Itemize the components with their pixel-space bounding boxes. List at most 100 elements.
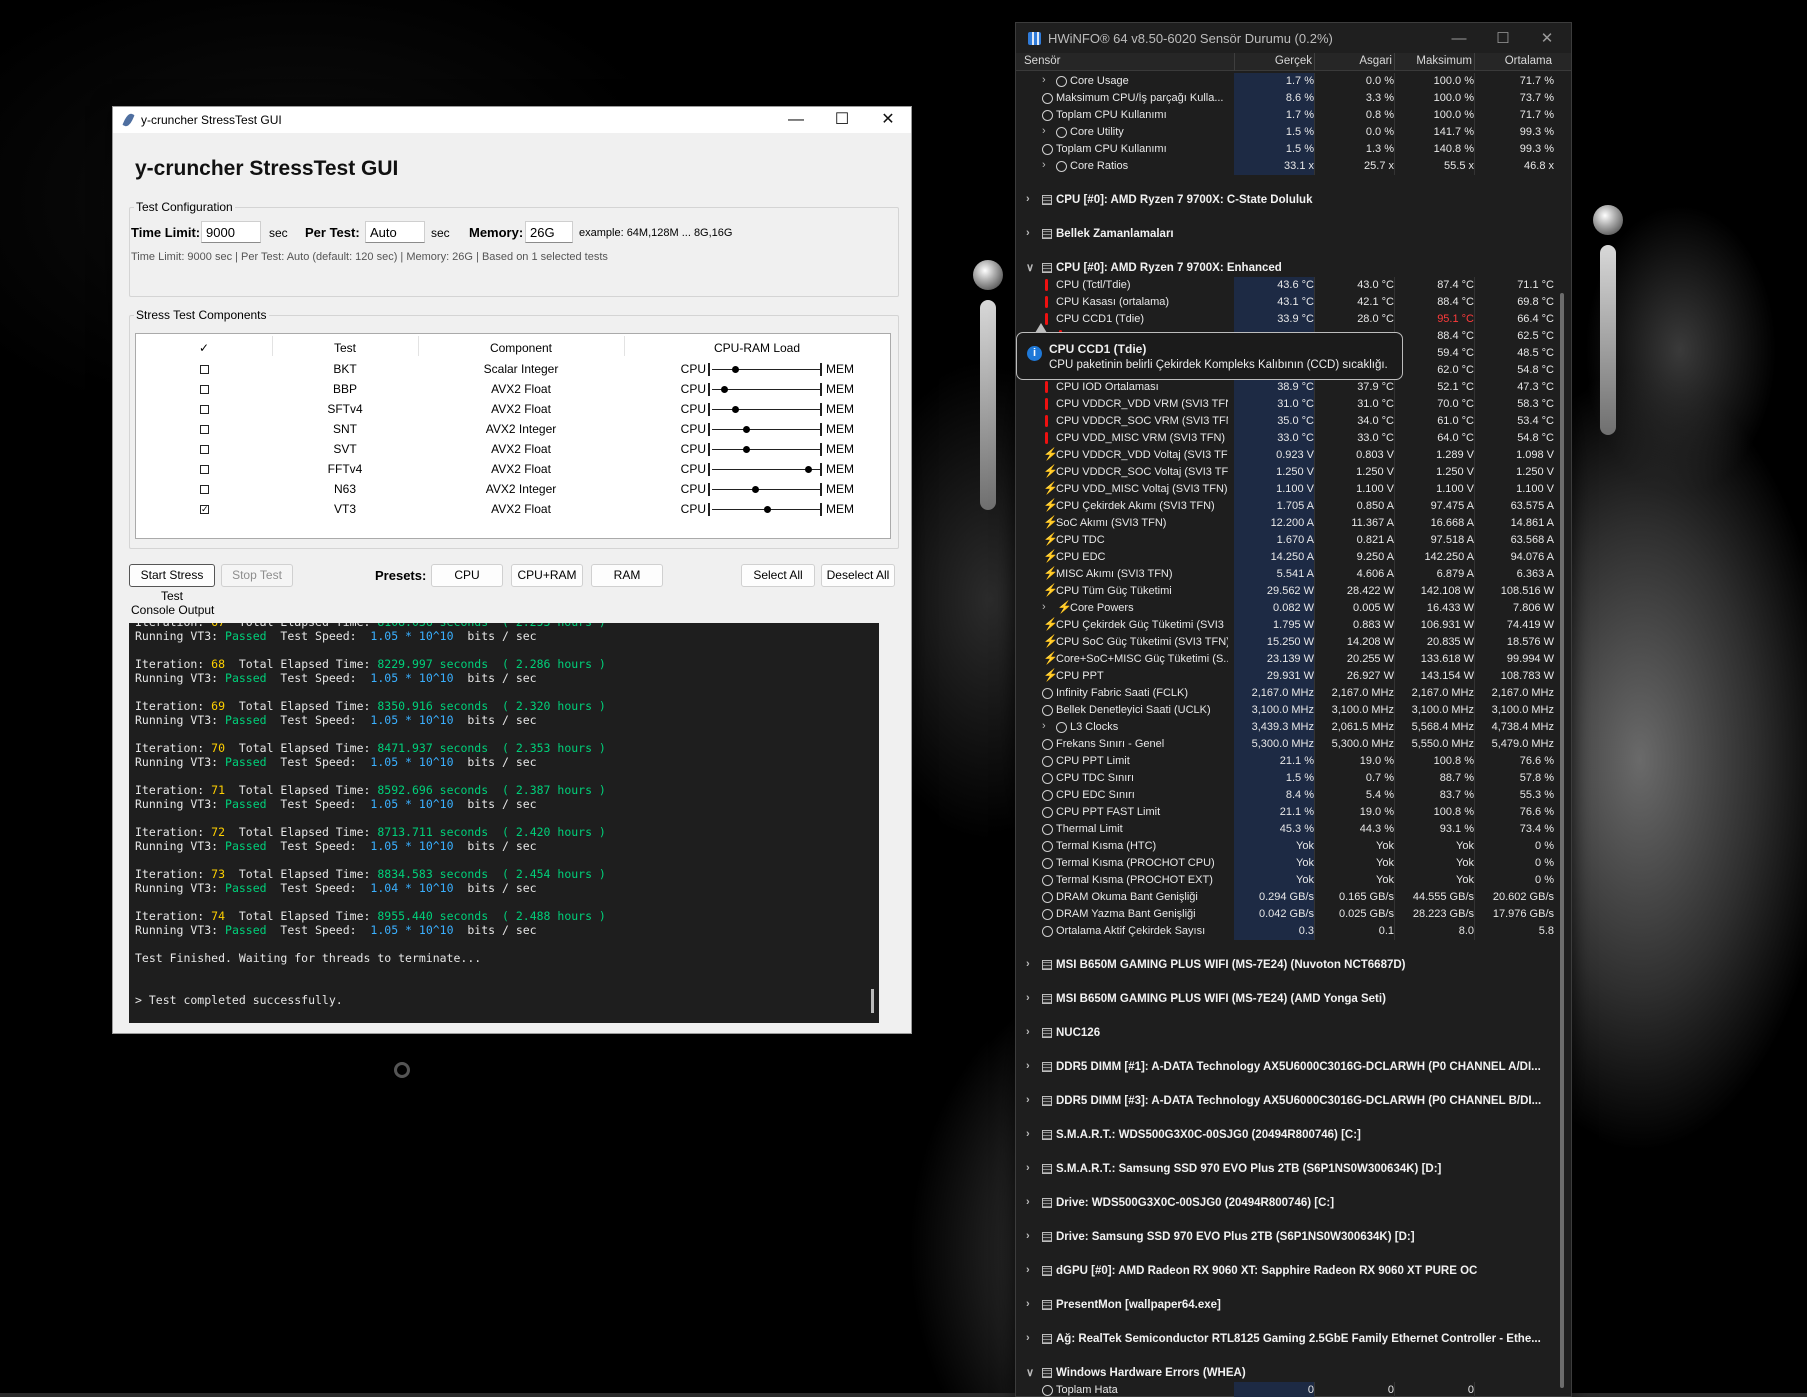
sensor-row[interactable]: › Core Ratios 33.1 x 25.7 x 55.5 x 46.8 x — [1016, 158, 1571, 175]
component-checkbox[interactable] — [200, 425, 209, 434]
sensor-row[interactable]: CPU PPT FAST Limit 21.1 % 19.0 % 100.8 % 76.… — [1016, 804, 1571, 821]
minimize-button[interactable]: — — [1439, 25, 1479, 53]
sensor-row[interactable]: CPU VDDCR_SOC VRM (SVI3 TFN) 35.0 °C 34.0 … — [1016, 413, 1571, 430]
sensor-list[interactable]: › Core Usage 1.7 % 0.0 % 100.0 % 71.7 % Maksim… — [1016, 71, 1571, 1397]
chevron-right-icon[interactable]: › — [1042, 74, 1046, 86]
column-header-check[interactable]: ✓ — [136, 339, 272, 359]
column-header-load[interactable]: CPU-RAM Load — [624, 339, 890, 359]
component-row[interactable]: ✓ VT3 AVX2 Float CPU MEM — [136, 500, 890, 520]
column-header-test[interactable]: Test — [272, 339, 418, 359]
sensor-row[interactable]: ⚡ CPU VDDCR_SOC Voltaj (SVI3 TFN) 1.250 V1… — [1016, 464, 1571, 481]
time-limit-input[interactable] — [201, 221, 261, 243]
hwinfo-titlebar[interactable]: HWiNFO® 64 v8.50-6020 Sensör Durumu (0.2… — [1016, 23, 1571, 53]
component-row[interactable]: N63 AVX2 Integer CPU MEM — [136, 480, 890, 500]
chevron-right-icon[interactable]: › — [1042, 720, 1046, 732]
sensor-row[interactable]: CPU VDDCR_VDD VRM (SVI3 TFN) 31.0 °C 31.0 … — [1016, 396, 1571, 413]
load-slider-track[interactable] — [712, 369, 820, 370]
sensor-row[interactable]: ⚡ CPU Çekirdek Akımı (SVI3 TFN) 1.705 A 0.8… — [1016, 498, 1571, 515]
chevron-right-icon[interactable]: › — [1026, 1026, 1030, 1038]
load-slider-track[interactable] — [712, 429, 820, 430]
sensor-row[interactable]: ⚡ CPU EDC 14.250 A 9.250 A 142.250 A 94.076 A — [1016, 549, 1571, 566]
chevron-right-icon[interactable]: › — [1042, 601, 1046, 613]
sensor-group-header[interactable]: › PresentMon [wallpaper64.exe] — [1016, 1297, 1571, 1314]
column-header-current[interactable]: Gerçek — [1236, 55, 1312, 67]
component-row[interactable]: SFTv4 AVX2 Float CPU MEM — [136, 400, 890, 420]
sensor-group-header[interactable]: › Ağ: RealTek Semiconductor RTL8125 Gamin… — [1016, 1331, 1571, 1348]
column-header-average[interactable]: Ortalama — [1476, 55, 1552, 67]
component-row[interactable]: FFTv4 AVX2 Float CPU MEM — [136, 460, 890, 480]
load-slider-knob[interactable] — [764, 506, 771, 513]
sensor-row[interactable]: ⚡ CPU VDDCR_VDD Voltaj (SVI3 TFN) 0.923 V0… — [1016, 447, 1571, 464]
sensor-row[interactable]: ⚡ SoC Akımı (SVI3 TFN) 12.200 A 11.367 A 16.… — [1016, 515, 1571, 532]
column-header-sensor[interactable]: Sensör — [1024, 55, 1060, 67]
preset-ram-button[interactable]: RAM — [591, 564, 663, 587]
chevron-right-icon[interactable]: › — [1042, 125, 1046, 137]
sensor-row[interactable]: ⚡ CPU VDD_MISC Voltaj (SVI3 TFN) 1.100 V 1.… — [1016, 481, 1571, 498]
chevron-right-icon[interactable]: › — [1042, 159, 1046, 171]
chevron-right-icon[interactable]: › — [1026, 1094, 1030, 1106]
chevron-right-icon[interactable]: › — [1026, 1230, 1030, 1242]
chevron-right-icon[interactable]: › — [1026, 227, 1030, 239]
sensor-row[interactable]: CPU TDC Sınırı 1.5 % 0.7 % 88.7 % 57.8 % — [1016, 770, 1571, 787]
sensor-row[interactable]: Toplam Hata 0 0 0 — [1016, 1382, 1571, 1397]
sensor-row[interactable]: Bellek Denetleyici Saati (UCLK) 3,100.0 M… — [1016, 702, 1571, 719]
memory-input[interactable] — [525, 221, 573, 243]
minimize-button[interactable]: — — [773, 107, 819, 133]
load-slider-knob[interactable] — [732, 406, 739, 413]
sensor-row[interactable]: Termal Kısma (HTC) Yok Yok Yok 0 % — [1016, 838, 1571, 855]
sensor-group-header[interactable]: › MSI B650M GAMING PLUS WIFI (MS-7E24) (A… — [1016, 991, 1571, 1008]
component-checkbox[interactable] — [200, 385, 209, 394]
component-row[interactable]: SVT AVX2 Float CPU MEM — [136, 440, 890, 460]
sensor-scrollbar[interactable] — [1560, 293, 1564, 1388]
preset-cpu-button[interactable]: CPU — [431, 564, 503, 587]
component-row[interactable]: BKT Scalar Integer CPU MEM — [136, 360, 890, 380]
sensor-group-header[interactable]: › Drive: WDS500G3X0C-00SJG0 (20494R800746… — [1016, 1195, 1571, 1212]
column-header-component[interactable]: Component — [418, 339, 624, 359]
sensor-row[interactable]: CPU VDD_MISC VRM (SVI3 TFN) 33.0 °C 33.0 °… — [1016, 430, 1571, 447]
sensor-row[interactable]: CPU EDC Sınırı 8.4 % 5.4 % 83.7 % 55.3 % — [1016, 787, 1571, 804]
close-button[interactable]: ✕ — [865, 107, 911, 133]
sensor-row[interactable]: ⚡ CPU PPT 29.931 W 26.927 W 143.154 W 108.783… — [1016, 668, 1571, 685]
select-all-button[interactable]: Select All — [741, 564, 815, 587]
sensor-row[interactable]: DRAM Okuma Bant Genişliği 0.294 GB/s 0.165… — [1016, 889, 1571, 906]
component-row[interactable]: BBP AVX2 Float CPU MEM — [136, 380, 890, 400]
stop-test-button[interactable]: Stop Test — [221, 564, 293, 587]
sensor-group-header[interactable]: › dGPU [#0]: AMD Radeon RX 9060 XT: Sapph… — [1016, 1263, 1571, 1280]
sensor-row[interactable]: CPU Kasası (ortalama) 43.1 °C 42.1 °C 88.4 … — [1016, 294, 1571, 311]
preset-cpu-ram-button[interactable]: CPU+RAM — [511, 564, 583, 587]
component-checkbox[interactable]: ✓ — [200, 505, 209, 514]
chevron-right-icon[interactable]: › — [1026, 1196, 1030, 1208]
chevron-down-icon[interactable]: ∨ — [1026, 261, 1034, 274]
sensor-row[interactable]: CPU CCD1 (Tdie) 33.9 °C 28.0 °C 95.1 °C 66.4… — [1016, 311, 1571, 328]
load-slider-track[interactable] — [712, 389, 820, 390]
sensor-group-header[interactable]: ∨ Windows Hardware Errors (WHEA) — [1016, 1365, 1571, 1382]
ycruncher-titlebar[interactable]: y-cruncher StressTest GUI — ☐ ✕ — [113, 107, 911, 133]
sensor-row[interactable]: ⚡ CPU TDC 1.670 A 0.821 A 97.518 A 63.568 A — [1016, 532, 1571, 549]
load-slider-knob[interactable] — [743, 426, 750, 433]
sensor-row[interactable]: › Core Usage 1.7 % 0.0 % 100.0 % 71.7 % — [1016, 73, 1571, 90]
sensor-group-header[interactable]: › S.M.A.R.T.: Samsung SSD 970 EVO Plus 2T… — [1016, 1161, 1571, 1178]
sensor-row[interactable]: Termal Kısma (PROCHOT EXT) Yok Yok Yok 0 % — [1016, 872, 1571, 889]
sensor-row[interactable]: › ⚡ Core Powers 0.082 W 0.005 W 16.433 W 7.806… — [1016, 600, 1571, 617]
sensor-row[interactable]: ⚡ MISC Akımı (SVI3 TFN) 5.541 A 4.606 A 6.87… — [1016, 566, 1571, 583]
sensor-row[interactable]: Toplam CPU Kullanımı 1.7 % 0.8 % 100.0 % 71.… — [1016, 107, 1571, 124]
load-slider-knob[interactable] — [721, 386, 728, 393]
sensor-group-header[interactable]: › S.M.A.R.T.: WDS500G3X0C-00SJG0 (20494R8… — [1016, 1127, 1571, 1144]
chevron-right-icon[interactable]: › — [1026, 1162, 1030, 1174]
maximize-button[interactable]: ☐ — [819, 107, 865, 133]
sensor-row[interactable]: ⚡ Core+SoC+MISC Güç Tüketimi (S... 23.139 … — [1016, 651, 1571, 668]
chevron-right-icon[interactable]: › — [1026, 1060, 1030, 1072]
sensor-row[interactable]: › Core Utility 1.5 % 0.0 % 141.7 % 99.3 % — [1016, 124, 1571, 141]
load-slider-track[interactable] — [712, 489, 820, 490]
chevron-right-icon[interactable]: › — [1026, 1128, 1030, 1140]
load-slider-track[interactable] — [712, 409, 820, 410]
sensor-group-header[interactable]: › MSI B650M GAMING PLUS WIFI (MS-7E24) (N… — [1016, 957, 1571, 974]
sensor-group-header[interactable]: › DDR5 DIMM [#3]: A-DATA Technology AX5U6… — [1016, 1093, 1571, 1110]
column-header-min[interactable]: Asgari — [1316, 55, 1392, 67]
load-slider-knob[interactable] — [805, 466, 812, 473]
sensor-row[interactable]: CPU (Tctl/Tdie) 43.6 °C 43.0 °C 87.4 °C 71.1… — [1016, 277, 1571, 294]
chevron-right-icon[interactable]: › — [1026, 958, 1030, 970]
sensor-group-header[interactable]: ∨ CPU [#0]: AMD Ryzen 7 9700X: Enhanced — [1016, 260, 1571, 277]
sensor-group-header[interactable]: › DDR5 DIMM [#1]: A-DATA Technology AX5U6… — [1016, 1059, 1571, 1076]
sensor-row[interactable]: ⚡ CPU Tüm Güç Tüketimi 29.562 W 28.422 W 142… — [1016, 583, 1571, 600]
